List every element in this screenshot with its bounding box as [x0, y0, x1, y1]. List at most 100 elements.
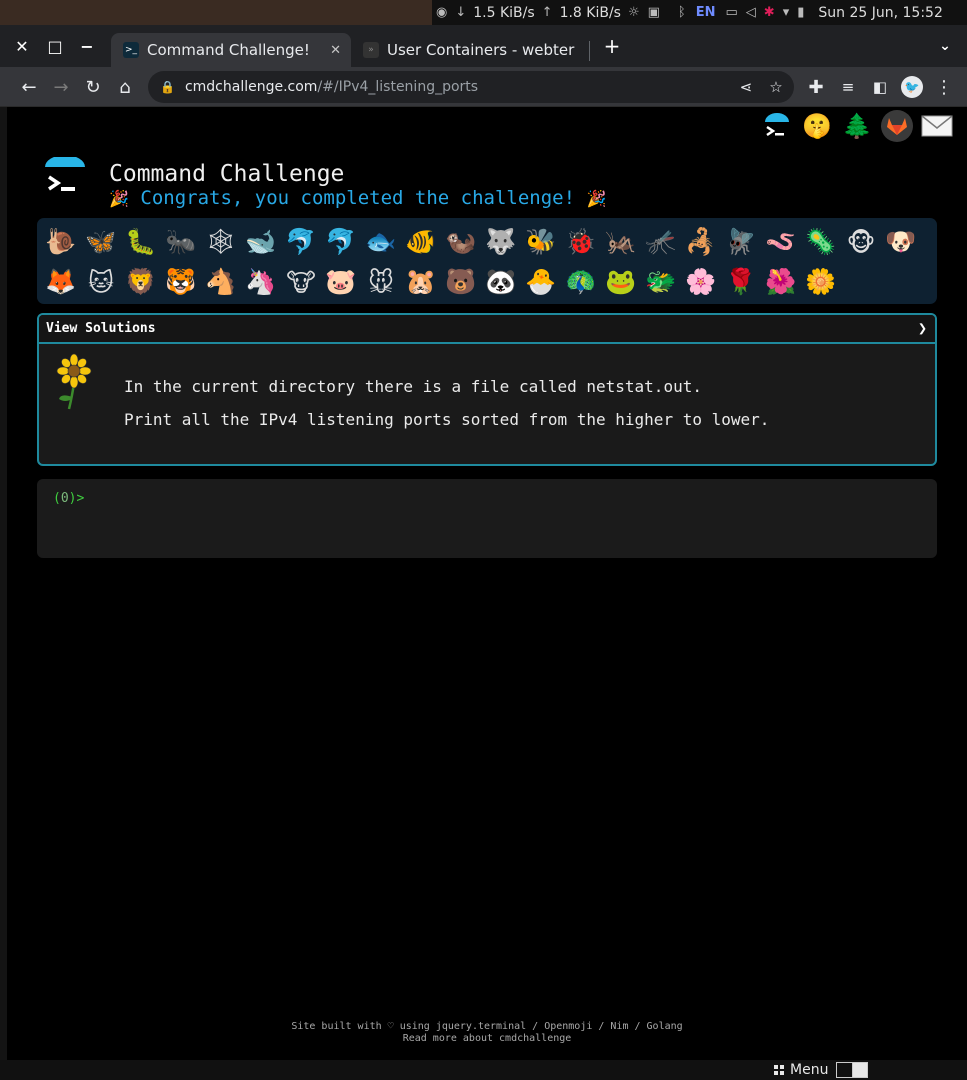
challenge-animal-icon[interactable]: 🐋: [241, 222, 281, 262]
volume-icon[interactable]: ◁: [746, 5, 756, 20]
challenge-animal-icon[interactable]: 🐲: [641, 262, 681, 302]
challenge-animal-icon[interactable]: 🐌: [41, 222, 81, 262]
browser-menu-icon[interactable]: ⋮: [928, 71, 960, 103]
page-title: Command Challenge: [109, 161, 345, 187]
challenge-animal-icon[interactable]: 🌼: [801, 262, 841, 302]
display-icon[interactable]: ▭: [726, 5, 738, 20]
challenge-animal-icon[interactable]: 🦦: [441, 222, 481, 262]
window-close-icon[interactable]: ✕: [6, 25, 38, 67]
challenge-animal-icon[interactable]: 🌹: [721, 262, 761, 302]
challenge-animal-icon[interactable]: 🐣: [521, 262, 561, 302]
challenge-animal-icon[interactable]: 🐞: [561, 222, 601, 262]
challenge-animal-icon[interactable]: 🐴: [201, 262, 241, 302]
challenge-animal-icon[interactable]: 🐬: [281, 222, 321, 262]
challenge-animal-icon[interactable]: 🐷: [321, 262, 361, 302]
lock-icon[interactable]: 🔒: [160, 80, 175, 94]
challenge-animal-icon[interactable]: 🐮: [281, 262, 321, 302]
challenge-animal-icon[interactable]: 🐯: [161, 262, 201, 302]
tab-search-chevron-down-icon[interactable]: ⌄: [929, 25, 961, 67]
side-panel-icon[interactable]: ◧: [864, 71, 896, 103]
share-icon[interactable]: ⋖: [732, 71, 760, 103]
browser-tab-strip: ✕ □ − >_ Command Challenge! ✕ » User Con…: [0, 25, 967, 67]
challenge-animal-icon[interactable]: 🦚: [561, 262, 601, 302]
challenge-progress-animals: 🐌 🦋 🐛 🐜 🕸 🐋 🐬 🐬 🐟 🐠 🦦 🐺 🐝 🐞 🦗 🦟 🦂 🪰 🪱 🦠 🐵 🐶 🦊 🐱 🦁 🐯 🐴 🦄 🐮 🐷 🐭 🐹 🐻 🐼 🐣 🦚 🐸 🐲 🌸 🌹…: [37, 218, 937, 304]
screenshot-tool-icon[interactable]: ▣: [648, 5, 660, 20]
challenge-animal-icon[interactable]: 🐶: [881, 222, 921, 262]
system-top-bar: ◉ ↓ 1.5 KiB/s ↑ 1.8 KiB/s ☼ ▣ ᛒ EN ▭ ◁ ✱…: [0, 0, 967, 25]
bluetooth-icon[interactable]: ᛒ: [678, 5, 686, 20]
clock[interactable]: Sun 25 Jun, 15:52: [818, 5, 942, 21]
back-arrow-icon[interactable]: ←: [13, 71, 45, 103]
brightness-icon[interactable]: ☼: [628, 5, 640, 20]
tab-user-containers[interactable]: » User Containers - webter: [351, 33, 589, 67]
tree-icon[interactable]: 🌲: [841, 110, 873, 142]
page-left-border: [0, 107, 7, 1060]
workspace-switcher[interactable]: [836, 1062, 868, 1078]
challenge-animal-icon[interactable]: 🐝: [521, 222, 561, 262]
home-icon[interactable]: ⌂: [109, 71, 141, 103]
challenge-animal-icon[interactable]: 🪰: [721, 222, 761, 262]
challenge-animal-icon[interactable]: 🐵: [841, 222, 881, 262]
challenge-animal-icon[interactable]: 🐻: [441, 262, 481, 302]
tab-title: Command Challenge!: [147, 41, 310, 59]
window-maximize-icon[interactable]: □: [39, 25, 71, 67]
wifi-icon[interactable]: ▾: [783, 5, 790, 20]
challenge-animal-icon[interactable]: 🐬: [321, 222, 361, 262]
browser-toolbar: ← → ↻ ⌂ 🔒 cmdchallenge.com/#/IPv4_listen…: [0, 67, 967, 107]
challenge-animal-icon[interactable]: 🐛: [121, 222, 161, 262]
profile-avatar[interactable]: 🐦: [896, 71, 928, 103]
challenge-animal-icon[interactable]: 🪱: [761, 222, 801, 262]
challenge-animal-icon[interactable]: 🦊: [41, 262, 81, 302]
reload-icon[interactable]: ↻: [77, 71, 109, 103]
challenge-animal-icon[interactable]: 🦁: [121, 262, 161, 302]
challenge-animal-icon[interactable]: 🐱: [81, 262, 121, 302]
read-more-link[interactable]: Read more about cmdchallenge: [7, 1033, 967, 1045]
challenge-animal-icon[interactable]: 🐠: [401, 222, 441, 262]
terminal[interactable]: (0)>: [37, 479, 937, 558]
challenge-animal-icon[interactable]: 🐹: [401, 262, 441, 302]
address-bar[interactable]: 🔒 cmdchallenge.com/#/IPv4_listening_port…: [148, 71, 794, 103]
terminal-prompt[interactable]: (0)>: [53, 491, 84, 506]
webterm-favicon-icon: »: [363, 42, 379, 58]
extensions-puzzle-icon[interactable]: ✚: [800, 71, 832, 103]
challenge-animal-icon[interactable]: 🐺: [481, 222, 521, 262]
media-controls-icon[interactable]: ≡: [832, 71, 864, 103]
bookmark-star-icon[interactable]: ☆: [762, 71, 790, 103]
start-menu-button[interactable]: Menu: [774, 1060, 828, 1080]
challenge-animal-icon[interactable]: 🐜: [161, 222, 201, 262]
challenge-animal-icon[interactable]: 🦠: [801, 222, 841, 262]
workspace-2[interactable]: [852, 1063, 867, 1077]
cmdchallenge-logo-icon[interactable]: [761, 110, 793, 142]
challenge-animal-icon[interactable]: 🦂: [681, 222, 721, 262]
new-tab-icon[interactable]: +: [596, 25, 628, 67]
tab-command-challenge[interactable]: >_ Command Challenge! ✕: [111, 33, 351, 67]
slack-icon[interactable]: ✱: [764, 5, 775, 20]
shushing-face-icon[interactable]: 🤫: [801, 110, 833, 142]
workspace-1[interactable]: [837, 1063, 853, 1077]
challenge-animal-icon[interactable]: 🐸: [601, 262, 641, 302]
gitlab-icon[interactable]: [881, 110, 913, 142]
forward-arrow-icon[interactable]: →: [45, 71, 77, 103]
challenge-animal-icon[interactable]: 🦋: [81, 222, 121, 262]
window-minimize-icon[interactable]: −: [71, 25, 103, 67]
challenge-animal-icon[interactable]: 🐼: [481, 262, 521, 302]
tab-title: User Containers - webter: [387, 41, 575, 59]
challenge-animal-icon[interactable]: 🦗: [601, 222, 641, 262]
battery-icon[interactable]: ▮: [797, 5, 804, 20]
challenge-animal-icon[interactable]: 🦄: [241, 262, 281, 302]
challenge-animal-icon[interactable]: 🌸: [681, 262, 721, 302]
challenge-animal-icon[interactable]: 🦟: [641, 222, 681, 262]
challenge-animal-icon[interactable]: 🐟: [361, 222, 401, 262]
chevron-right-icon[interactable]: ❯: [918, 319, 927, 337]
mail-icon[interactable]: [921, 110, 953, 142]
challenge-animal-icon[interactable]: 🐭: [361, 262, 401, 302]
keyboard-layout[interactable]: EN: [696, 5, 716, 20]
challenge-animal-icon[interactable]: 🌺: [761, 262, 801, 302]
challenge-panel: View Solutions ❯ In the current director…: [37, 313, 937, 466]
tab-close-icon[interactable]: ✕: [330, 43, 341, 58]
problem-text-line-2: Print all the IPv4 listening ports sorte…: [124, 410, 770, 429]
party-popper-icon: 🎉: [586, 189, 607, 208]
view-solutions-toggle[interactable]: View Solutions ❯: [39, 315, 935, 344]
challenge-animal-icon[interactable]: 🕸: [201, 222, 241, 262]
wifi-signal-icon[interactable]: ◉: [436, 5, 447, 20]
